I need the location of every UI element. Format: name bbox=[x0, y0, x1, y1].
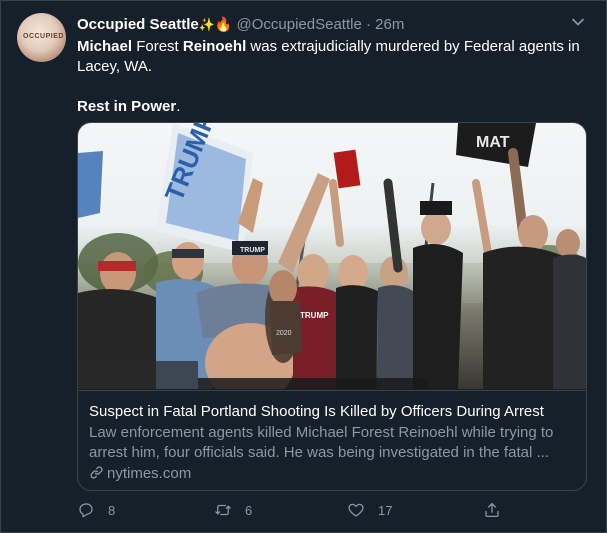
card-body[interactable]: Suspect in Fatal Portland Shooting Is Ki… bbox=[78, 390, 586, 490]
card-domain-text: nytimes.com bbox=[107, 465, 192, 482]
tweet-text: Michael Forest Reinoehl was extrajudicia… bbox=[77, 37, 587, 117]
link-preview-card[interactable]: TRUMP MAT TRUMP TRUMP 2020 Suspect in Fa… bbox=[77, 122, 587, 491]
fire-emoji-icon: 🔥 bbox=[214, 16, 233, 32]
bold-first-name: Michael bbox=[77, 38, 133, 55]
link-icon bbox=[90, 466, 103, 479]
bold-last-name: Reinoehl bbox=[182, 38, 247, 55]
tweet-text-line-2: Rest in Power. bbox=[77, 97, 587, 117]
shirt-text: TRUMP bbox=[300, 311, 329, 320]
retweet-button[interactable]: 6 bbox=[214, 499, 252, 521]
rally-photo: TRUMP MAT TRUMP TRUMP 2020 bbox=[78, 123, 586, 389]
avatar-text: OCCUPIED bbox=[23, 33, 64, 40]
separator-dot: · bbox=[365, 16, 371, 33]
share-button[interactable] bbox=[483, 499, 501, 521]
avatar[interactable]: OCCUPIED bbox=[17, 13, 66, 62]
timestamp[interactable]: 26m bbox=[375, 16, 404, 33]
chevron-down-icon[interactable] bbox=[571, 15, 585, 29]
retweet-count: 6 bbox=[245, 502, 253, 518]
card-image[interactable]: TRUMP MAT TRUMP TRUMP 2020 bbox=[78, 123, 586, 389]
heart-icon bbox=[348, 503, 364, 517]
share-icon bbox=[485, 502, 499, 518]
card-description: Law enforcement agents killed Michael Fo… bbox=[89, 424, 554, 461]
display-name[interactable]: Occupied Seattle bbox=[77, 16, 199, 33]
user-handle[interactable]: @OccupiedSeattle bbox=[237, 16, 362, 33]
shirt-year-text: 2020 bbox=[276, 330, 292, 337]
tweet-header: Occupied Seattle✨🔥 @OccupiedSeattle · 26… bbox=[77, 13, 587, 35]
middle-name: Forest bbox=[132, 38, 183, 55]
card-domain[interactable]: nytimes.com bbox=[89, 464, 191, 484]
hat-text: TRUMP bbox=[240, 247, 265, 254]
sparkles-emoji-icon: ✨ bbox=[198, 17, 215, 32]
reply-icon bbox=[79, 503, 93, 518]
card-title[interactable]: Suspect in Fatal Portland Shooting Is Ki… bbox=[89, 402, 575, 422]
like-button[interactable]: 17 bbox=[347, 499, 392, 521]
rest-in-power: Rest in Power bbox=[77, 98, 177, 115]
black-sign-text: MAT bbox=[476, 134, 510, 151]
tweet-text-line-1: Michael Forest Reinoehl was extrajudicia… bbox=[77, 37, 587, 77]
period: . bbox=[176, 98, 181, 115]
reply-button[interactable]: 8 bbox=[77, 499, 115, 521]
tweet-actions: 8 6 17 bbox=[77, 499, 587, 521]
retweet-icon bbox=[215, 504, 231, 516]
like-count: 17 bbox=[378, 502, 393, 518]
tweet[interactable]: OCCUPIED Occupied Seattle✨🔥 @OccupiedSea… bbox=[0, 0, 607, 533]
reply-count: 8 bbox=[108, 502, 116, 518]
